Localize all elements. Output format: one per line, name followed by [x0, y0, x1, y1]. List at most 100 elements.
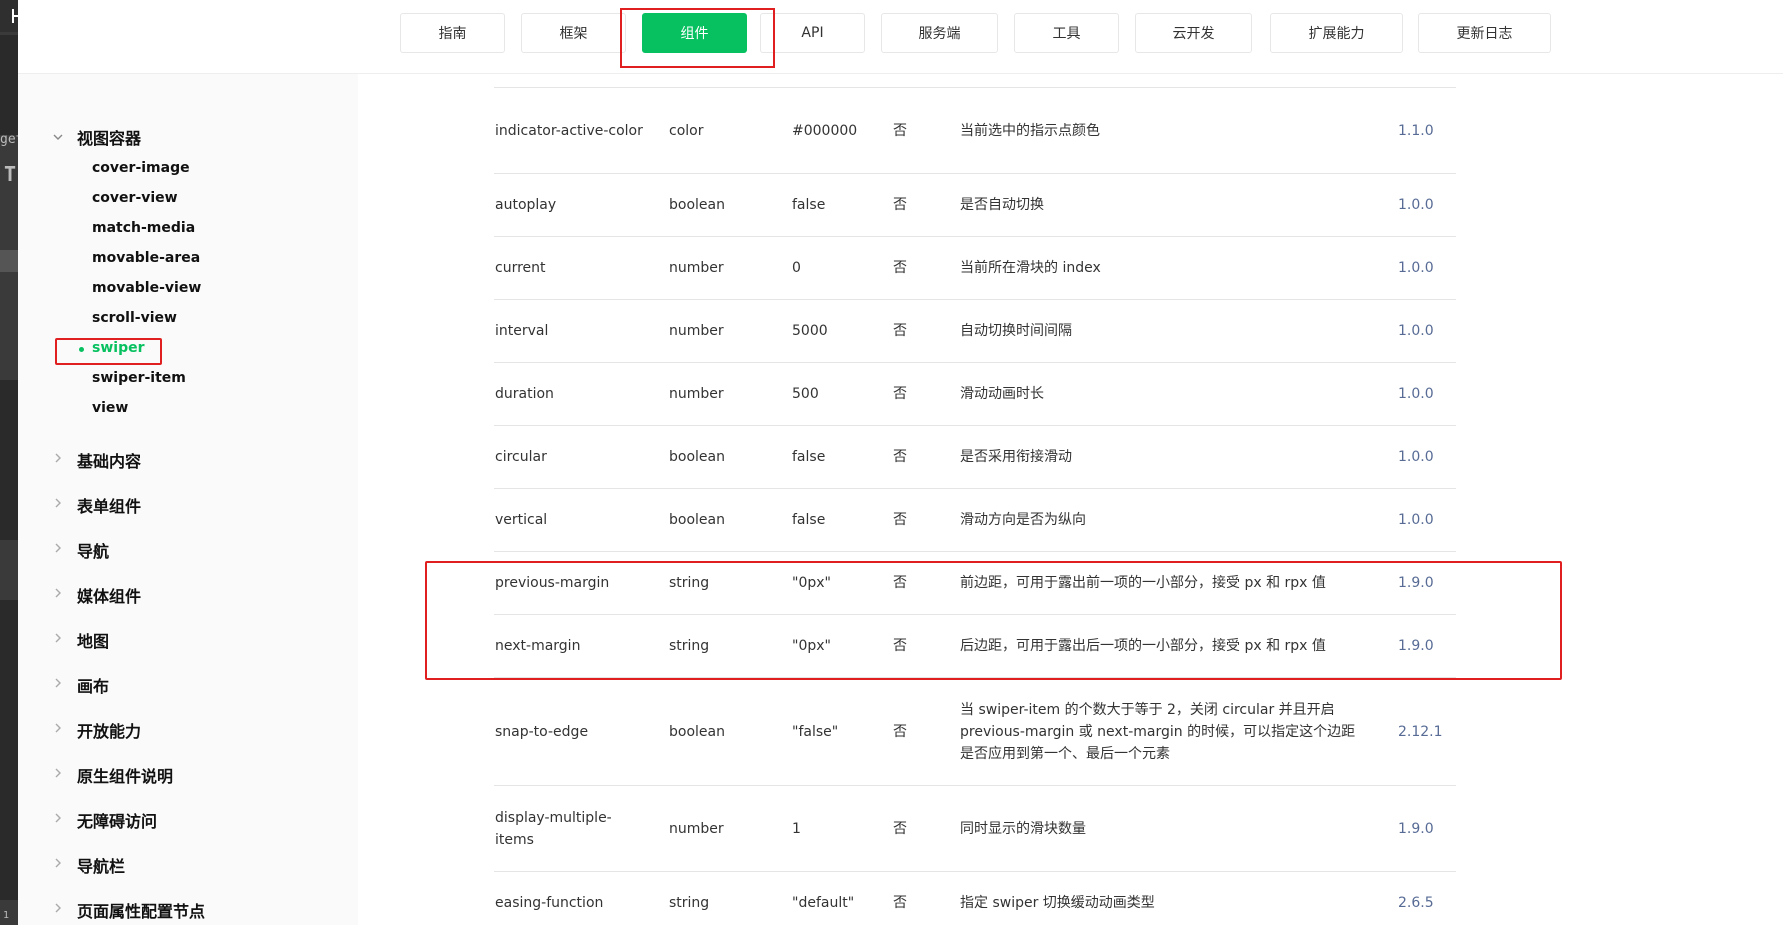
prop-name: snap-to-edge [495, 723, 589, 740]
sidebar-category-view-container[interactable]: 视图容器 [77, 125, 141, 149]
prop-version[interactable]: 1.9.0 [1398, 818, 1434, 840]
tab-api[interactable]: API [760, 13, 865, 53]
prop-default: false [792, 197, 826, 213]
chevron-right-icon [52, 677, 64, 689]
prop-required: 否 [893, 820, 907, 837]
prop-type: string [669, 895, 710, 911]
prop-version[interactable]: 1.0.0 [1398, 446, 1434, 468]
tab-label: 工具 [1052, 26, 1081, 42]
sidebar-item[interactable]: movable-view [92, 280, 201, 296]
sidebar-category[interactable]: 表单组件 [77, 493, 141, 517]
tab-changelog[interactable]: 更新日志 [1418, 13, 1551, 53]
sidebar-category[interactable]: 导航栏 [77, 853, 125, 877]
sidebar-category[interactable]: 开放能力 [77, 718, 141, 742]
prop-description: 当 swiper-item 的个数大于等于 2，关闭 circular 并且开启… [960, 701, 1356, 762]
table-row: autoplay boolean false 否 是否自动切换 1.0.0 [494, 173, 1456, 236]
sidebar-category[interactable]: 导航 [77, 538, 109, 562]
prop-default: 5000 [792, 323, 828, 339]
prop-default: 500 [792, 386, 819, 402]
highlight-box [620, 8, 775, 68]
table-row: interval number 5000 否 自动切换时间间隔 1.0.0 [494, 299, 1456, 362]
strip-text: 1 [3, 910, 10, 921]
sidebar-category[interactable]: 地图 [77, 628, 109, 652]
left-editor-strip: get T 1 [0, 0, 23, 925]
prop-required: 否 [893, 386, 907, 402]
chevron-right-icon [52, 632, 64, 644]
table-row: circular boolean false 否 是否采用衔接滑动 1.0.0 [494, 425, 1456, 488]
prop-name: easing-function [495, 895, 604, 911]
prop-default: false [792, 512, 826, 528]
tab-cloud[interactable]: 云开发 [1135, 13, 1252, 53]
prop-required: 否 [893, 197, 907, 213]
prop-required: 否 [893, 895, 907, 911]
prop-name: display-multiple-items [495, 809, 612, 848]
prop-type: number [669, 820, 724, 837]
strip-segment [0, 600, 18, 900]
tab-server[interactable]: 服务端 [881, 13, 998, 53]
chevron-right-icon [52, 767, 64, 779]
sidebar-category[interactable]: 原生组件说明 [77, 763, 173, 787]
tab-framework[interactable]: 框架 [521, 13, 626, 53]
prop-name: interval [495, 323, 549, 339]
table-row: snap-to-edge boolean "false" 否 当 swiper-item… [494, 677, 1456, 785]
chevron-down-icon [52, 131, 64, 143]
prop-version[interactable]: 1.0.0 [1398, 194, 1434, 216]
sidebar-category[interactable]: 媒体组件 [77, 583, 141, 607]
prop-version[interactable]: 1.0.0 [1398, 257, 1434, 279]
prop-type: boolean [669, 449, 725, 465]
prop-version[interactable]: 2.6.5 [1398, 892, 1434, 914]
prop-required: 否 [893, 723, 907, 740]
prop-name: indicator-active-color [495, 122, 643, 139]
prop-type: boolean [669, 723, 725, 740]
prop-default: "false" [792, 723, 839, 740]
prop-name: autoplay [495, 197, 557, 213]
tab-label: 服务端 [918, 26, 961, 42]
prop-description: 当前所在滑块的 index [960, 260, 1101, 276]
prop-description: 当前选中的指示点颜色 [960, 122, 1100, 139]
prop-description: 是否采用衔接滑动 [960, 449, 1072, 465]
prop-required: 否 [893, 260, 907, 276]
sidebar-item[interactable]: match-media [92, 220, 195, 236]
prop-required: 否 [893, 512, 907, 528]
sidebar-item[interactable]: cover-view [92, 190, 178, 206]
strip-segment [0, 380, 18, 540]
sidebar-category[interactable]: 无障碍访问 [77, 808, 157, 832]
sidebar [18, 74, 358, 925]
prop-type: number [669, 323, 724, 339]
tab-label: 框架 [559, 26, 588, 42]
tab-extensions[interactable]: 扩展能力 [1270, 13, 1403, 53]
table-row: easing-function string "default" 否 指定 swiper… [494, 871, 1456, 925]
prop-version[interactable]: 1.0.0 [1398, 509, 1434, 531]
prop-version[interactable]: 2.12.1 [1398, 721, 1443, 743]
prop-name: circular [495, 449, 547, 465]
sidebar-item[interactable]: view [92, 400, 128, 416]
sidebar-item[interactable]: swiper-item [92, 370, 186, 386]
tab-tools[interactable]: 工具 [1014, 13, 1119, 53]
prop-default: 1 [792, 820, 801, 837]
prop-version[interactable]: 1.1.0 [1398, 120, 1434, 142]
table-row: display-multiple-items number 1 否 同时显示的滑块数量 1… [494, 785, 1456, 871]
prop-version[interactable]: 1.0.0 [1398, 383, 1434, 405]
sidebar-item[interactable]: scroll-view [92, 310, 177, 326]
prop-type: boolean [669, 197, 725, 213]
strip-segment [0, 35, 18, 135]
prop-description: 滑动方向是否为纵向 [960, 512, 1086, 528]
chevron-right-icon [52, 587, 64, 599]
tab-label: 更新日志 [1456, 26, 1513, 42]
tab-guide[interactable]: 指南 [400, 13, 505, 53]
prop-required: 否 [893, 449, 907, 465]
prop-version[interactable]: 1.0.0 [1398, 320, 1434, 342]
highlight-box [425, 561, 1562, 680]
chevron-right-icon [52, 857, 64, 869]
prop-default: #000000 [792, 122, 858, 139]
sidebar-category[interactable]: 页面属性配置节点 [77, 898, 205, 922]
strip-segment [0, 250, 18, 272]
prop-default: false [792, 449, 826, 465]
sidebar-item[interactable]: cover-image [92, 160, 190, 176]
sidebar-category[interactable]: 基础内容 [77, 448, 141, 472]
prop-type: number [669, 386, 724, 402]
sidebar-category[interactable]: 画布 [77, 673, 109, 697]
tab-label: 云开发 [1172, 26, 1215, 42]
sidebar-item[interactable]: movable-area [92, 250, 200, 266]
tab-label: 指南 [438, 26, 467, 42]
